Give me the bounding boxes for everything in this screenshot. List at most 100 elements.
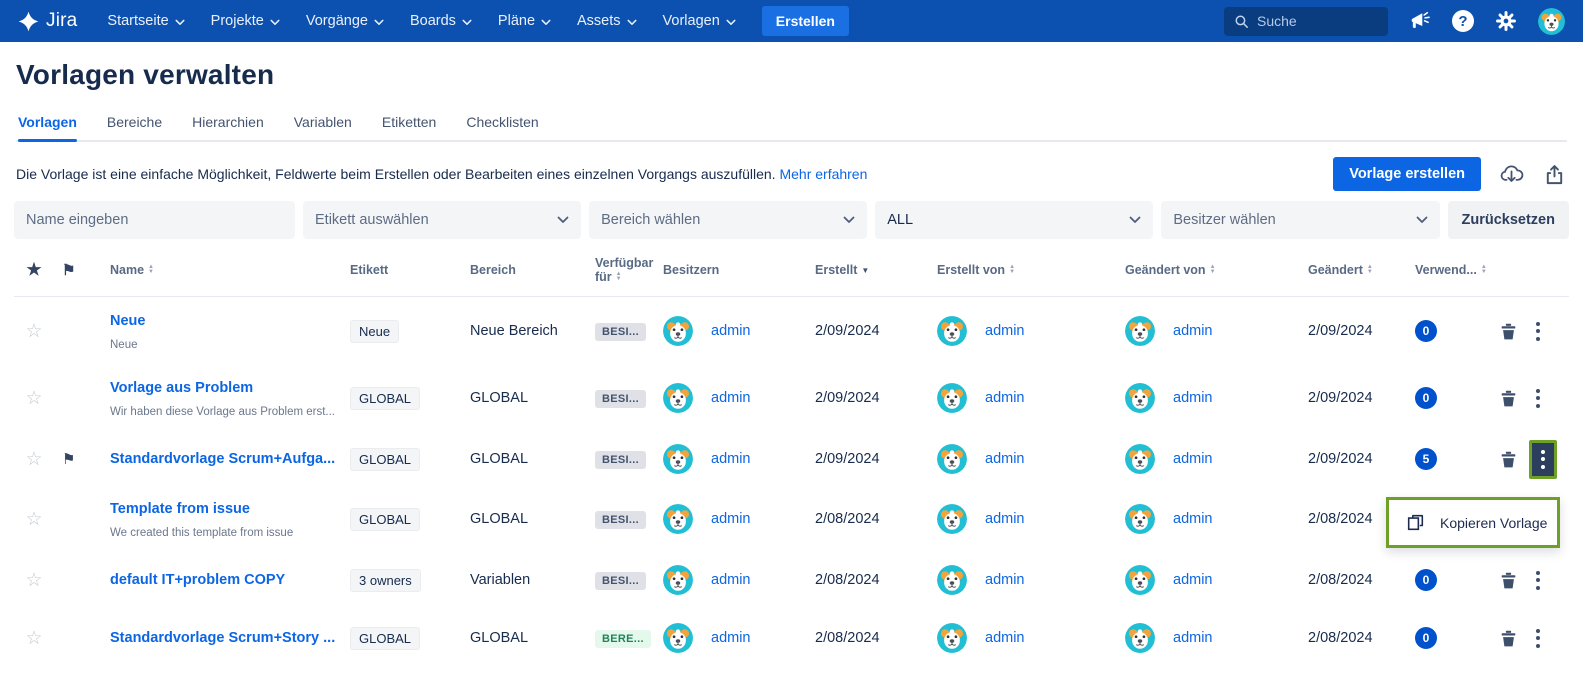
template-name-link[interactable]: Standardvorlage Scrum+Story ... (110, 630, 335, 646)
sort-icon[interactable]: ▲▼ (1210, 265, 1216, 275)
delete-button[interactable] (1498, 570, 1519, 591)
row-menu-button[interactable] (1529, 314, 1547, 349)
star-icon[interactable]: ☆ (14, 627, 54, 650)
delete-button[interactable] (1498, 388, 1519, 409)
reset-filters-button[interactable]: Zurücksetzen (1448, 201, 1569, 239)
delete-button[interactable] (1498, 628, 1519, 649)
sort-icon[interactable]: ▲▼ (616, 272, 622, 282)
template-name-link[interactable]: Vorlage aus Problem (110, 380, 253, 396)
modifier-link[interactable]: admin (1173, 390, 1213, 406)
owner-link[interactable]: admin (711, 390, 751, 406)
create-template-button[interactable]: Vorlage erstellen (1333, 157, 1481, 191)
announcements-button[interactable] (1409, 10, 1431, 32)
creator-link[interactable]: admin (985, 511, 1025, 527)
flag-icon[interactable]: ⚑ (54, 450, 98, 468)
flag-column-header-icon[interactable]: ⚑ (54, 257, 98, 279)
search-input[interactable] (1257, 13, 1378, 29)
tab-bereiche[interactable]: Bereiche (107, 108, 162, 140)
owner-link[interactable]: admin (711, 511, 751, 527)
column-header-erstellt-von[interactable]: Erstellt von▲▼ (919, 259, 1114, 277)
row-menu-button[interactable] (1529, 621, 1547, 656)
row-menu-button[interactable] (1529, 381, 1547, 416)
creator-link[interactable]: admin (985, 323, 1025, 339)
nav-item-plaene[interactable]: Pläne (498, 13, 551, 29)
owner-link[interactable]: admin (711, 323, 751, 339)
star-icon[interactable]: ☆ (14, 320, 54, 343)
import-button[interactable] (1499, 163, 1524, 186)
modifier-link[interactable]: admin (1173, 630, 1213, 646)
tab-hierarchien[interactable]: Hierarchien (192, 108, 264, 140)
sort-icon[interactable]: ▲▼ (1009, 265, 1015, 275)
star-column-header-icon[interactable]: ★ (14, 256, 54, 280)
creator-link[interactable]: admin (985, 572, 1025, 588)
modifier-link[interactable]: admin (1173, 511, 1213, 527)
usage-count-badge[interactable]: 5 (1415, 448, 1437, 470)
nav-item-startseite[interactable]: Startseite (107, 13, 184, 29)
column-header-verwendungen[interactable]: Verwend...▲▼ (1409, 259, 1494, 277)
delete-button[interactable] (1498, 449, 1519, 470)
owner-avatar (663, 623, 693, 653)
help-button[interactable]: ? (1452, 10, 1474, 32)
etikett-filter-select[interactable]: Etikett auswählen (303, 201, 581, 239)
template-name-link[interactable]: default IT+problem COPY (110, 572, 285, 588)
star-icon[interactable]: ☆ (14, 387, 54, 410)
bereich-filter-select[interactable]: Bereich wählen (589, 201, 867, 239)
column-header-verfuegbar-fuer[interactable]: Verfügbar für▲▼ (589, 252, 651, 284)
learn-more-link[interactable]: Mehr erfahren (779, 166, 867, 182)
template-name-link[interactable]: Template from issue (110, 501, 250, 517)
creator-link[interactable]: admin (985, 630, 1025, 646)
template-name-link[interactable]: Neue (110, 313, 145, 329)
availability-filter-select[interactable]: ALL (875, 201, 1153, 239)
nav-item-vorgaenge[interactable]: Vorgänge (306, 13, 384, 29)
create-button[interactable]: Erstellen (762, 6, 849, 36)
sort-desc-icon[interactable]: ▼ (861, 266, 869, 275)
template-subtitle: We created this template from issue (110, 527, 344, 539)
star-icon[interactable]: ☆ (14, 508, 54, 531)
column-header-name[interactable]: Name▲▼ (98, 259, 344, 277)
besitzer-filter-select[interactable]: Besitzer wählen (1161, 201, 1439, 239)
usage-count-badge[interactable]: 0 (1415, 387, 1437, 409)
user-avatar[interactable] (1538, 8, 1565, 35)
jira-logo[interactable]: Jira (18, 10, 77, 32)
tab-variablen[interactable]: Variablen (294, 108, 352, 140)
column-header-erstellt[interactable]: Erstellt▼ (801, 259, 919, 277)
nav-item-projekte[interactable]: Projekte (211, 13, 280, 29)
delete-button[interactable] (1498, 321, 1519, 342)
star-icon[interactable]: ☆ (14, 448, 54, 471)
tab-checklisten[interactable]: Checklisten (466, 108, 538, 140)
usage-count-badge[interactable]: 0 (1415, 320, 1437, 342)
name-filter-input[interactable] (26, 212, 283, 228)
creator-link[interactable]: admin (985, 390, 1025, 406)
column-header-geaendert-von[interactable]: Geändert von▲▼ (1114, 259, 1304, 277)
nav-item-boards[interactable]: Boards (410, 13, 472, 29)
nav-item-vorlagen[interactable]: Vorlagen (663, 13, 736, 29)
name-filter[interactable] (14, 201, 295, 239)
template-name-link[interactable]: Standardvorlage Scrum+Aufga... (110, 451, 335, 467)
usage-count-badge[interactable]: 0 (1415, 627, 1437, 649)
modifier-link[interactable]: admin (1173, 451, 1213, 467)
table-row: ☆ ⚑ Standardvorlage Scrum+Aufga... GLOBA… (14, 431, 1569, 487)
sort-icon[interactable]: ▲▼ (1367, 265, 1373, 275)
sort-icon[interactable]: ▲▼ (1481, 265, 1487, 275)
owner-link[interactable]: admin (711, 572, 751, 588)
availability-tag: BESI... (595, 390, 646, 408)
settings-button[interactable] (1495, 10, 1517, 32)
help-icon: ? (1452, 10, 1474, 32)
usage-count-badge[interactable]: 0 (1415, 569, 1437, 591)
sort-icon[interactable]: ▲▼ (148, 265, 154, 275)
tab-vorlagen[interactable]: Vorlagen (18, 108, 77, 140)
column-header-geaendert[interactable]: Geändert▲▼ (1304, 259, 1409, 277)
row-menu-button-active[interactable] (1529, 440, 1557, 479)
search-box[interactable] (1224, 7, 1388, 36)
star-icon[interactable]: ☆ (14, 569, 54, 592)
creator-link[interactable]: admin (985, 451, 1025, 467)
modifier-link[interactable]: admin (1173, 323, 1213, 339)
modifier-link[interactable]: admin (1173, 572, 1213, 588)
row-menu-button[interactable] (1529, 563, 1547, 598)
owner-link[interactable]: admin (711, 451, 751, 467)
nav-item-assets[interactable]: Assets (577, 13, 637, 29)
tab-etiketten[interactable]: Etiketten (382, 108, 436, 140)
owner-link[interactable]: admin (711, 630, 751, 646)
export-button[interactable] (1542, 163, 1567, 186)
context-menu-copy-template[interactable]: Kopieren Vorlage (1386, 497, 1560, 548)
